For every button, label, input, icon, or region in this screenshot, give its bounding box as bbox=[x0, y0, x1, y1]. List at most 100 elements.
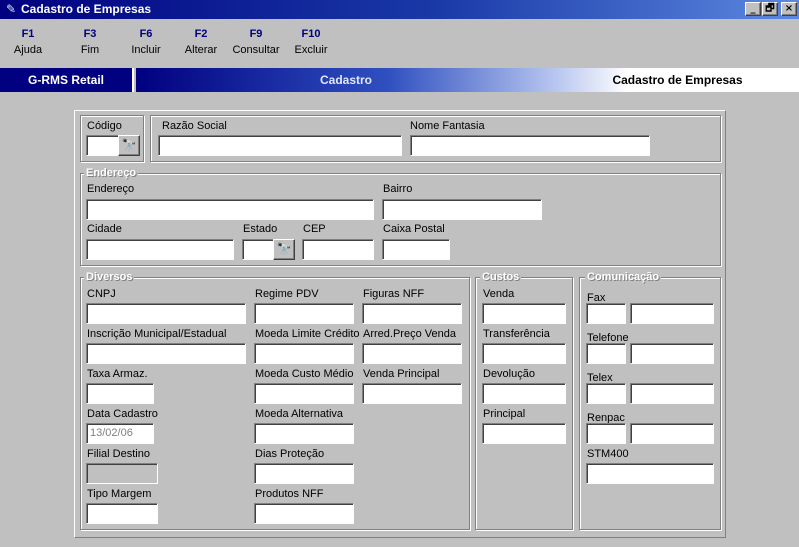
screen-name: Cadastro de Empresas bbox=[556, 68, 799, 92]
nome-fantasia-field[interactable] bbox=[410, 135, 650, 156]
custos-group-title: Custos bbox=[480, 271, 522, 283]
telex-ddd-field[interactable] bbox=[586, 383, 626, 404]
codigo-label: Código bbox=[87, 120, 122, 132]
edit-button[interactable]: F2 Alterar bbox=[180, 27, 222, 59]
help-button[interactable]: F1 Ajuda bbox=[8, 27, 48, 59]
endereco-label: Endereço bbox=[87, 183, 135, 195]
action-label: Ajuda bbox=[13, 44, 43, 56]
moeda-limite-label: Moeda Limite Crédito bbox=[255, 328, 360, 340]
fax-field[interactable] bbox=[630, 303, 714, 324]
telefone-field[interactable] bbox=[630, 343, 714, 364]
devolucao-field[interactable] bbox=[482, 383, 566, 404]
key-label: F1 bbox=[21, 28, 35, 40]
taxa-armaz-field[interactable] bbox=[86, 383, 154, 404]
close-button[interactable]: × bbox=[781, 2, 797, 16]
estado-label: Estado bbox=[243, 223, 278, 235]
arred-preco-label: Arred.Preço Venda bbox=[363, 328, 456, 340]
venda-principal-field[interactable] bbox=[362, 383, 462, 404]
tipo-margem-field[interactable] bbox=[86, 503, 158, 524]
key-label: F6 bbox=[139, 28, 153, 40]
moeda-custo-field[interactable] bbox=[254, 383, 354, 404]
estado-field[interactable] bbox=[242, 239, 274, 260]
header-strip: G-RMS Retail Cadastro Cadastro de Empres… bbox=[0, 68, 799, 92]
stm400-label: STM400 bbox=[587, 448, 629, 460]
cnpj-label: CNPJ bbox=[87, 288, 116, 300]
filial-destino-label: Filial Destino bbox=[87, 448, 150, 460]
exit-button[interactable]: F3 Fim bbox=[70, 27, 110, 59]
cnpj-field[interactable] bbox=[86, 303, 246, 324]
function-key-toolbar: F1 Ajuda F3 Fim F6 Incluir F2 Alterar F9… bbox=[0, 19, 799, 66]
arred-preco-field[interactable] bbox=[362, 343, 462, 364]
produtos-nff-label: Produtos NFF bbox=[255, 488, 324, 500]
include-button[interactable]: F6 Incluir bbox=[125, 27, 167, 59]
principal-field[interactable] bbox=[482, 423, 566, 444]
key-label: F3 bbox=[83, 28, 97, 40]
key-label: F2 bbox=[194, 28, 208, 40]
devolucao-label: Devolução bbox=[483, 368, 535, 380]
inscricao-field[interactable] bbox=[86, 343, 246, 364]
comunicacao-group-title: Comunicação bbox=[585, 271, 662, 283]
caixa-postal-label: Caixa Postal bbox=[383, 223, 445, 235]
renpac-field[interactable] bbox=[630, 423, 714, 444]
venda-principal-label: Venda Principal bbox=[363, 368, 440, 380]
binoculars-icon[interactable]: 🔭 bbox=[273, 239, 295, 260]
nome-fantasia-label: Nome Fantasia bbox=[410, 120, 485, 132]
moeda-alternativa-label: Moeda Alternativa bbox=[255, 408, 344, 420]
stm400-field[interactable] bbox=[586, 463, 714, 484]
action-label: Incluir bbox=[131, 44, 161, 56]
bairro-label: Bairro bbox=[383, 183, 413, 195]
binoculars-icon[interactable]: 🔭 bbox=[118, 135, 140, 156]
data-cadastro-label: Data Cadastro bbox=[87, 408, 158, 420]
telefone-ddd-field[interactable] bbox=[586, 343, 626, 364]
transferencia-label: Transferência bbox=[483, 328, 550, 340]
regime-pdv-label: Regime PDV bbox=[255, 288, 319, 300]
venda-label: Venda bbox=[483, 288, 515, 300]
endereco-field[interactable] bbox=[86, 199, 374, 220]
minimize-button[interactable]: _ bbox=[745, 2, 761, 16]
action-label: Fim bbox=[80, 44, 100, 56]
produtos-nff-field[interactable] bbox=[254, 503, 354, 524]
action-label: Consultar bbox=[232, 44, 280, 56]
razao-social-field[interactable] bbox=[158, 135, 402, 156]
query-button[interactable]: F9 Consultar bbox=[231, 27, 281, 59]
cidade-label: Cidade bbox=[87, 223, 122, 235]
key-label: F9 bbox=[249, 28, 263, 40]
moeda-custo-label: Moeda Custo Médio bbox=[255, 368, 354, 380]
renpac-ddd-field[interactable] bbox=[586, 423, 626, 444]
venda-field[interactable] bbox=[482, 303, 566, 324]
caixa-postal-field[interactable] bbox=[382, 239, 450, 260]
moeda-limite-field[interactable] bbox=[254, 343, 354, 364]
app-name: G-RMS Retail bbox=[0, 68, 134, 92]
cidade-field[interactable] bbox=[86, 239, 234, 260]
bairro-field[interactable] bbox=[382, 199, 542, 220]
delete-button[interactable]: F10 Excluir bbox=[290, 27, 332, 59]
action-label: Alterar bbox=[184, 44, 218, 56]
dias-protecao-field[interactable] bbox=[254, 463, 354, 484]
transferencia-field[interactable] bbox=[482, 343, 566, 364]
cep-label: CEP bbox=[303, 223, 326, 235]
principal-label: Principal bbox=[483, 408, 526, 420]
tipo-margem-label: Tipo Margem bbox=[87, 488, 152, 500]
dias-protecao-label: Dias Proteção bbox=[255, 448, 325, 460]
pen-icon: ✎ bbox=[5, 2, 17, 16]
regime-pdv-field[interactable] bbox=[254, 303, 354, 324]
data-cadastro-field[interactable]: 13/02/06 bbox=[86, 423, 154, 444]
restore-button[interactable]: 🗗 bbox=[762, 2, 778, 16]
razao-social-label: Razão Social bbox=[162, 120, 227, 132]
cep-field[interactable] bbox=[302, 239, 374, 260]
key-label: F10 bbox=[301, 28, 321, 40]
inscricao-label: Inscrição Municipal/Estadual bbox=[87, 328, 227, 340]
telex-field[interactable] bbox=[630, 383, 714, 404]
moeda-alternativa-field[interactable] bbox=[254, 423, 354, 444]
figuras-nff-label: Figuras NFF bbox=[363, 288, 425, 300]
fax-ddd-field[interactable] bbox=[586, 303, 626, 324]
window-title: Cadastro de Empresas bbox=[21, 2, 152, 16]
module-name: Cadastro bbox=[136, 68, 556, 92]
figuras-nff-field[interactable] bbox=[362, 303, 462, 324]
codigo-field[interactable] bbox=[86, 135, 119, 156]
endereco-group-title: Endereço bbox=[84, 167, 139, 179]
taxa-armaz-label: Taxa Armaz. bbox=[87, 368, 148, 380]
diversos-group-title: Diversos bbox=[84, 271, 135, 283]
filial-destino-field bbox=[86, 463, 158, 484]
title-bar: ✎ Cadastro de Empresas _ 🗗 × bbox=[0, 0, 799, 19]
